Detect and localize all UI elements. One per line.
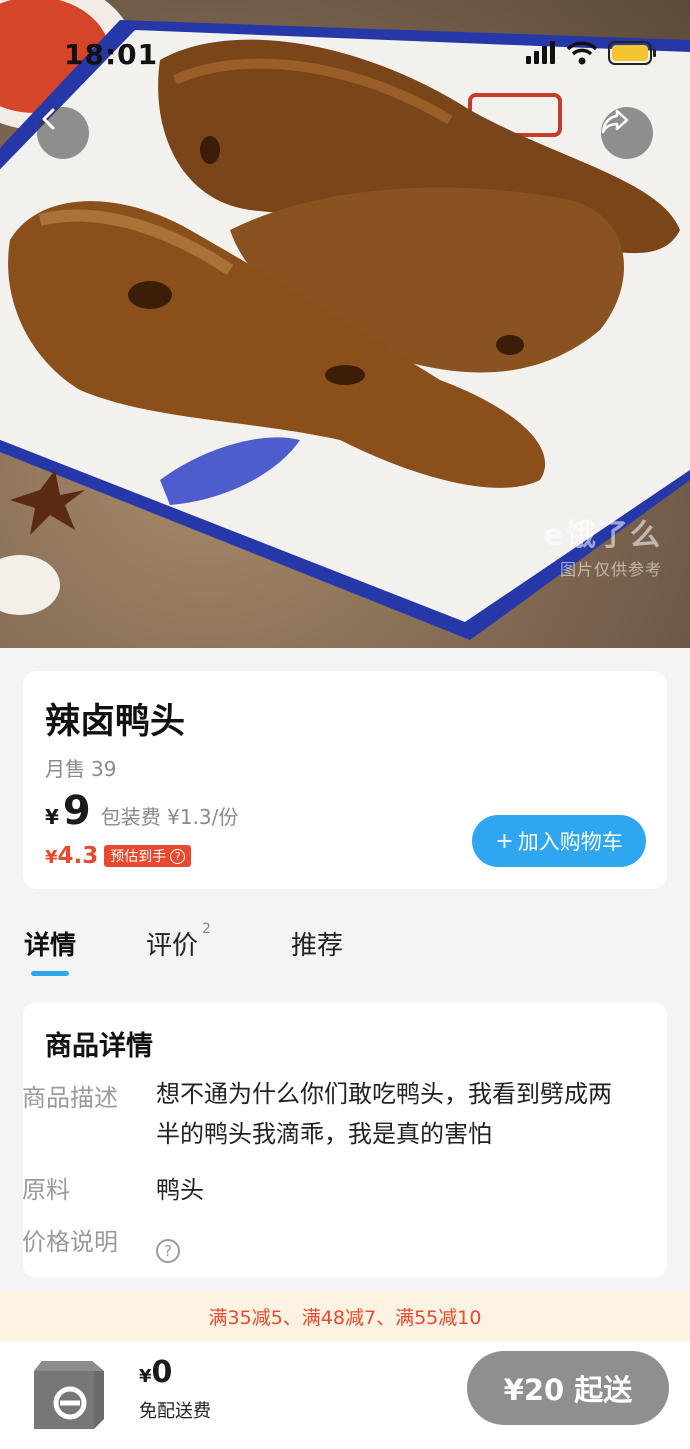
cart-total-amount: 0: [151, 1355, 173, 1390]
price-value: 9: [62, 788, 91, 834]
detail-label: 商品描述: [22, 1084, 118, 1112]
tab-reviews-label: 评价: [146, 931, 199, 961]
estimated-tag[interactable]: 预估到手?: [104, 845, 192, 867]
battery-icon: [608, 41, 656, 65]
estimated-tag-label: 预估到手: [110, 849, 167, 865]
signal-icon: [526, 41, 555, 64]
detail-tabs: 详情 评价2 推荐: [0, 921, 690, 985]
monthly-sales-value: 39: [91, 757, 117, 781]
promo-bar[interactable]: 满35减5、满48减7、满55减10: [0, 1291, 690, 1341]
back-button[interactable]: [37, 107, 89, 159]
product-name: 辣卤鸭头: [45, 702, 186, 742]
minimum-order-button[interactable]: ¥20 起送: [467, 1351, 669, 1425]
share-arrow-icon: [601, 109, 629, 134]
estimated-currency: ¥: [45, 847, 58, 868]
detail-value: 想不通为什么你们敢吃鸭头，我看到劈成两半的鸭头我滴乖，我是真的害怕: [156, 1080, 612, 1148]
monthly-sales-label: 月售: [45, 757, 85, 781]
promo-text: 满35减5、满48减7、满55减10: [208, 1306, 482, 1329]
price-currency: ¥: [45, 805, 59, 829]
tab-reviews[interactable]: 评价2: [146, 921, 211, 962]
estimated-price: ¥4.3: [45, 843, 98, 869]
estimated-price-row: ¥4.3 预估到手?: [45, 843, 192, 869]
detail-label: 原料: [22, 1176, 70, 1204]
detail-label: 价格说明: [22, 1228, 118, 1256]
share-button[interactable]: [601, 107, 653, 159]
status-time: 18:01: [64, 38, 159, 71]
price-note-help[interactable]: ?: [156, 1228, 616, 1268]
tab-details[interactable]: 详情: [24, 925, 76, 962]
detail-value: 鸭头: [156, 1176, 204, 1204]
detail-title: 商品详情: [45, 1031, 153, 1062]
checkout-bar: ¥ 0 免配送费 ¥20 起送: [0, 1341, 690, 1449]
minimum-order-label: ¥20 起送: [503, 1373, 633, 1407]
monthly-sales: 月售 39: [45, 753, 116, 782]
delivery-fee-note: 免配送费: [139, 1401, 211, 1422]
add-to-cart-label: 加入购物车: [517, 830, 623, 854]
cart-total-currency: ¥: [139, 1366, 152, 1387]
question-icon: ?: [170, 848, 186, 864]
wifi-icon: [566, 41, 598, 65]
watermark-caption: 图片仅供参考: [559, 560, 662, 579]
estimated-value: 4.3: [57, 843, 99, 869]
question-icon: ?: [156, 1239, 180, 1263]
price-row: ¥ 9 包装费 ¥1.3/份: [45, 791, 238, 831]
review-count-badge: 2: [202, 921, 211, 937]
chevron-left-icon: [42, 108, 55, 130]
tab-details-label: 详情: [24, 931, 77, 961]
cart-icon[interactable]: [30, 1349, 114, 1433]
cart-total: ¥ 0: [139, 1355, 172, 1390]
product-photo: 18:01 e饿了么 图片仅供参考: [0, 0, 690, 648]
product-info-card: 辣卤鸭头 月售 39 ¥ 9 包装费 ¥1.3/份 ¥4.3 预估到手? + 加入…: [23, 671, 667, 889]
tab-recommend-label: 推荐: [291, 931, 344, 961]
active-tab-indicator: [31, 971, 69, 976]
add-to-cart-button[interactable]: + 加入购物车: [472, 815, 646, 867]
plus-icon: +: [495, 828, 514, 854]
image-watermark: e饿了么 图片仅供参考: [544, 510, 662, 580]
packaging-fee: 包装费 ¥1.3/份: [100, 805, 239, 829]
tab-recommend[interactable]: 推荐: [291, 925, 343, 962]
watermark-logo: e饿了么: [543, 518, 662, 553]
